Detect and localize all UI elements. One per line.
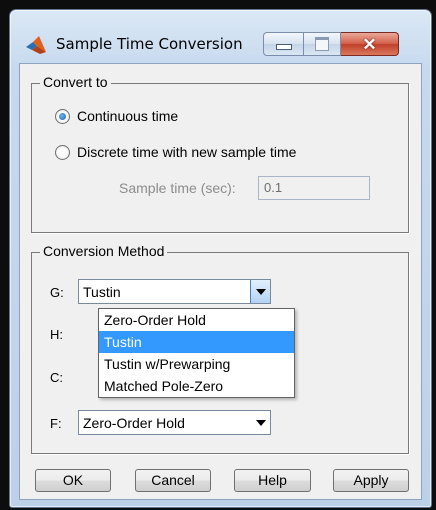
discrete-time-label: Discrete time with new sample time [77, 144, 297, 160]
apply-button[interactable]: Apply [333, 469, 409, 492]
close-button[interactable]: ✕ [341, 32, 399, 56]
minimize-icon [275, 44, 292, 50]
continuous-time-radio-row[interactable]: Continuous time [55, 108, 178, 124]
title-bar[interactable]: Sample Time Conversion ✕ [10, 10, 431, 62]
f-label: F: [50, 416, 62, 431]
c-label: C: [50, 370, 63, 385]
convert-to-group-title: Convert to [40, 74, 111, 90]
matlab-icon [26, 36, 46, 54]
dialog-window: Sample Time Conversion ✕ Convert to Cont… [9, 9, 432, 508]
dropdown-option-tustin[interactable]: Tustin [99, 331, 294, 353]
conversion-method-group-title: Conversion Method [40, 243, 168, 259]
continuous-time-label: Continuous time [77, 108, 179, 124]
g-method-dropdown-list: Zero-Order Hold Tustin Tustin w/Prewarpi… [98, 308, 295, 398]
g-method-value: Tustin [83, 284, 121, 300]
cancel-button[interactable]: Cancel [135, 469, 211, 492]
continuous-time-radio[interactable] [55, 108, 70, 124]
close-icon: ✕ [362, 34, 377, 54]
g-label: G: [50, 285, 64, 300]
maximize-icon [315, 37, 329, 51]
help-button[interactable]: Help [234, 469, 311, 492]
ok-button[interactable]: OK [35, 469, 111, 492]
convert-to-group: Convert to Continuous time Discrete time… [31, 74, 409, 233]
discrete-time-radio[interactable] [55, 144, 70, 160]
chevron-down-icon[interactable] [250, 280, 270, 303]
dropdown-option-tustin-prewarping[interactable]: Tustin w/Prewarping [99, 353, 294, 375]
window-title: Sample Time Conversion [56, 35, 243, 53]
dropdown-option-zero-order-hold[interactable]: Zero-Order Hold [99, 309, 294, 331]
dialog-client-area: Convert to Continuous time Discrete time… [19, 63, 422, 500]
f-method-select[interactable]: Zero-Order Hold [78, 410, 271, 435]
maximize-button[interactable] [304, 32, 341, 56]
h-label: H: [50, 327, 63, 342]
sample-time-input[interactable]: 0.1 [258, 176, 370, 200]
dropdown-option-matched-pole-zero[interactable]: Matched Pole-Zero [99, 375, 294, 397]
sample-time-label: Sample time (sec): [119, 180, 236, 196]
chevron-down-icon[interactable] [251, 411, 270, 434]
g-method-select[interactable]: Tustin [78, 279, 271, 304]
minimize-button[interactable] [263, 32, 304, 56]
f-method-value: Zero-Order Hold [83, 415, 185, 431]
discrete-time-radio-row[interactable]: Discrete time with new sample time [55, 144, 296, 160]
